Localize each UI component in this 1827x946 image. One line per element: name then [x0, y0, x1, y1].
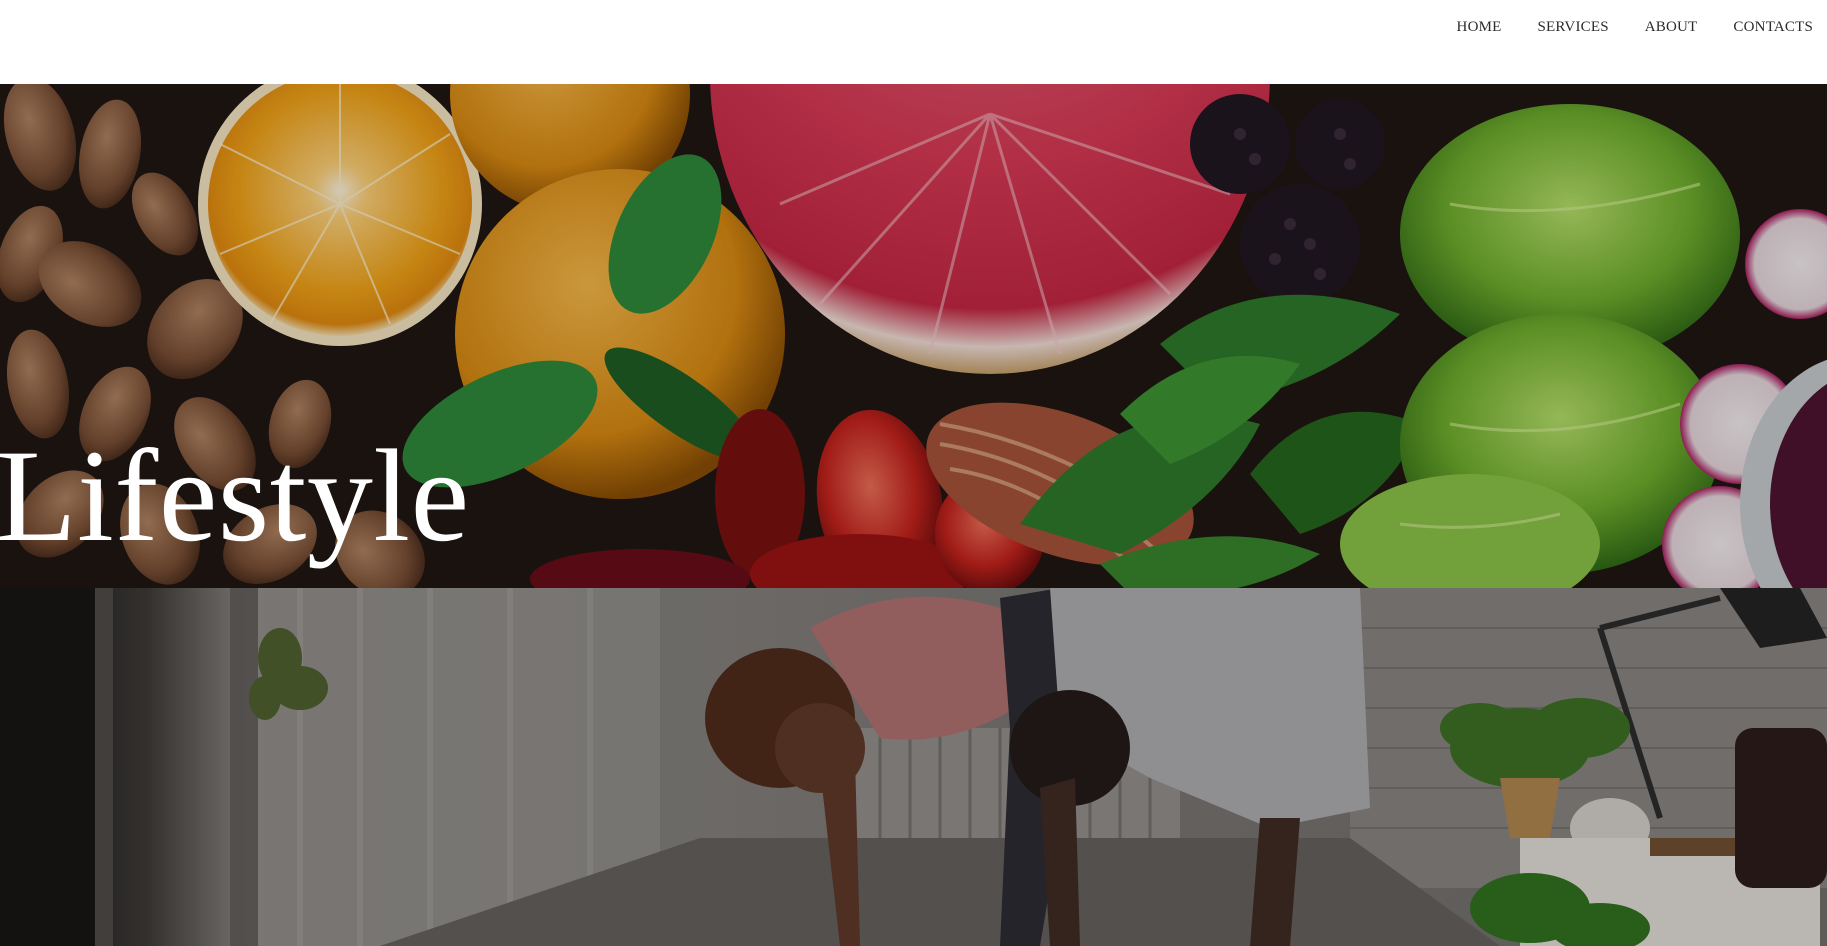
- nav-home[interactable]: HOME: [1457, 0, 1502, 36]
- nav-about[interactable]: ABOUT: [1645, 0, 1698, 36]
- nav-contacts[interactable]: CONTACTS: [1733, 0, 1813, 36]
- hero-banner: Lifestyle: [0, 84, 1827, 588]
- fitness-section: [0, 588, 1827, 946]
- nav-services[interactable]: SERVICES: [1538, 0, 1609, 36]
- couple-stretching-image: [0, 588, 1827, 946]
- main-nav: HOME SERVICES ABOUT CONTACTS: [1457, 0, 1813, 36]
- site-header: HOME SERVICES ABOUT CONTACTS: [0, 0, 1827, 84]
- hero-title: Lifestyle: [0, 422, 470, 569]
